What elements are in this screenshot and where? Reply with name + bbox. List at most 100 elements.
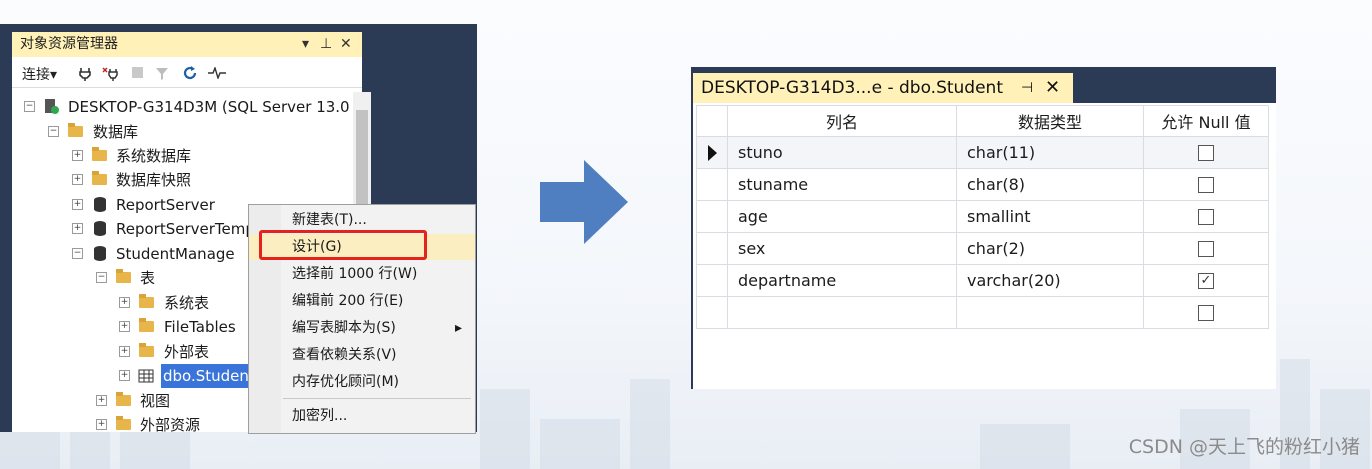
folder-icon bbox=[116, 269, 131, 283]
object-explorer-toolbar: 连接▾ bbox=[12, 60, 362, 86]
refresh-icon[interactable] bbox=[182, 65, 198, 81]
data-type-cell[interactable] bbox=[956, 296, 1144, 329]
grid-header-row: 列名 数据类型 允许 Null 值 bbox=[696, 105, 1269, 137]
expand-icon[interactable]: + bbox=[119, 321, 130, 332]
column-name-cell[interactable]: age bbox=[727, 200, 957, 233]
close-icon[interactable]: ✕ bbox=[1045, 73, 1060, 103]
data-type-cell[interactable]: char(11) bbox=[956, 136, 1144, 169]
menu-item-label: 编辑前 200 行(E) bbox=[292, 293, 404, 309]
connect-plug-icon[interactable] bbox=[78, 67, 92, 81]
right-arrow-icon bbox=[540, 160, 628, 244]
data-type-cell[interactable]: char(2) bbox=[956, 232, 1144, 265]
allow-null-cell bbox=[1143, 232, 1269, 265]
window-position-dropdown-icon[interactable]: ▾ bbox=[302, 32, 309, 57]
menu-item-encrypt-columns[interactable]: 加密列... bbox=[249, 403, 475, 429]
collapse-icon[interactable]: − bbox=[24, 101, 35, 112]
toolbar-divider bbox=[12, 87, 362, 88]
column-name-cell[interactable] bbox=[727, 296, 957, 329]
expand-icon[interactable]: + bbox=[96, 395, 107, 406]
pin-icon[interactable]: ⊣ bbox=[1021, 73, 1033, 103]
expand-icon[interactable]: + bbox=[96, 419, 107, 430]
expand-icon[interactable]: + bbox=[119, 346, 130, 357]
row-selector[interactable] bbox=[696, 168, 728, 201]
disconnect-icon[interactable] bbox=[102, 67, 118, 81]
object-explorer-titlebar: 对象资源管理器 ▾ ⊥ ✕ bbox=[12, 32, 362, 57]
folder-icon bbox=[139, 318, 154, 332]
row-selector[interactable] bbox=[696, 296, 728, 329]
connect-label: 连接 bbox=[22, 67, 50, 83]
expand-icon[interactable]: + bbox=[72, 223, 83, 234]
allow-null-checkbox[interactable]: ✓ bbox=[1198, 272, 1214, 289]
menu-item-memory-optimization-advisor[interactable]: 内存优化顾问(M) bbox=[249, 369, 475, 395]
tree-node-label: 系统数据库 bbox=[116, 147, 192, 165]
database-icon bbox=[94, 221, 106, 236]
tree-node-label: 数据库快照 bbox=[116, 171, 192, 189]
filter-icon[interactable] bbox=[155, 67, 169, 80]
column-name-cell[interactable]: stuname bbox=[727, 168, 957, 201]
menu-separator bbox=[283, 398, 471, 399]
data-type-cell[interactable]: char(8) bbox=[956, 168, 1144, 201]
tab-title: DESKTOP-G314D3...e - dbo.Student bbox=[701, 78, 1003, 98]
close-icon[interactable]: ✕ bbox=[340, 32, 352, 57]
stop-icon[interactable] bbox=[132, 67, 143, 78]
expand-icon[interactable]: + bbox=[119, 370, 130, 381]
row-selector[interactable] bbox=[696, 200, 728, 233]
folder-icon bbox=[92, 171, 107, 185]
allow-null-cell bbox=[1143, 200, 1269, 233]
connect-button[interactable]: 连接▾ bbox=[22, 64, 57, 84]
row-selector[interactable] bbox=[696, 136, 728, 169]
collapse-icon[interactable]: − bbox=[72, 248, 83, 259]
tree-node-label: FileTables bbox=[164, 318, 236, 336]
allow-null-cell: ✓ bbox=[1143, 264, 1269, 297]
tree-node-label: StudentManage bbox=[116, 245, 235, 263]
expand-icon[interactable]: + bbox=[72, 199, 83, 210]
table-row[interactable]: stuname char(8) bbox=[696, 168, 1269, 201]
current-row-pointer-icon bbox=[707, 144, 717, 161]
tab-dbo-student-design[interactable]: DESKTOP-G314D3...e - dbo.Student ⊣ ✕ bbox=[693, 73, 1073, 103]
allow-null-cell bbox=[1143, 296, 1269, 329]
folder-icon bbox=[116, 392, 131, 406]
server-icon bbox=[45, 99, 59, 114]
menu-item-edit-top-200[interactable]: 编辑前 200 行(E) bbox=[249, 288, 475, 314]
chevron-down-icon: ▾ bbox=[50, 67, 58, 83]
expand-icon[interactable]: + bbox=[72, 174, 83, 185]
column-header-name: 列名 bbox=[727, 105, 957, 137]
row-selector[interactable] bbox=[696, 264, 728, 297]
allow-null-checkbox[interactable] bbox=[1198, 144, 1214, 161]
column-name-cell[interactable]: sex bbox=[727, 232, 957, 265]
tree-node-label: 外部资源 bbox=[140, 416, 201, 432]
data-type-cell[interactable]: smallint bbox=[956, 200, 1144, 233]
data-type-cell[interactable]: varchar(20) bbox=[956, 264, 1144, 297]
table-row[interactable]: age smallint bbox=[696, 200, 1269, 233]
tree-node-label: DESKTOP-G314D3M (SQL Server 13.0 bbox=[68, 98, 350, 116]
folder-icon bbox=[92, 147, 107, 161]
allow-null-checkbox[interactable] bbox=[1198, 208, 1214, 225]
column-header-type: 数据类型 bbox=[956, 105, 1144, 137]
tree-node-label: ReportServer bbox=[116, 196, 215, 214]
menu-item-label: 内存优化顾问(M) bbox=[292, 374, 400, 390]
pin-icon[interactable]: ⊥ bbox=[320, 32, 332, 57]
collapse-icon[interactable]: − bbox=[48, 126, 59, 137]
database-icon bbox=[94, 197, 106, 212]
document-tab-bar: DESKTOP-G314D3...e - dbo.Student ⊣ ✕ bbox=[693, 67, 1276, 103]
allow-null-checkbox[interactable] bbox=[1198, 176, 1214, 193]
allow-null-checkbox[interactable] bbox=[1198, 240, 1214, 257]
column-name-cell[interactable]: departname bbox=[727, 264, 957, 297]
column-header-allow-null: 允许 Null 值 bbox=[1143, 105, 1269, 137]
allow-null-checkbox[interactable] bbox=[1198, 304, 1214, 321]
activity-monitor-icon[interactable] bbox=[207, 67, 227, 79]
allow-null-cell bbox=[1143, 168, 1269, 201]
menu-item-select-top-1000[interactable]: 选择前 1000 行(W) bbox=[249, 261, 475, 287]
expand-icon[interactable]: + bbox=[72, 150, 83, 161]
tree-node-label: 视图 bbox=[140, 392, 171, 410]
menu-item-view-dependencies[interactable]: 查看依赖关系(V) bbox=[249, 342, 475, 368]
table-row[interactable] bbox=[696, 296, 1269, 329]
collapse-icon[interactable]: − bbox=[96, 272, 107, 283]
table-row[interactable]: sex char(2) bbox=[696, 232, 1269, 265]
row-selector[interactable] bbox=[696, 232, 728, 265]
expand-icon[interactable]: + bbox=[119, 297, 130, 308]
table-row[interactable]: stuno char(11) bbox=[696, 136, 1269, 169]
column-name-cell[interactable]: stuno bbox=[727, 136, 957, 169]
table-row[interactable]: departname varchar(20) ✓ bbox=[696, 264, 1269, 297]
menu-item-script-table-as[interactable]: 编写表脚本为(S) ▸ bbox=[249, 315, 475, 341]
